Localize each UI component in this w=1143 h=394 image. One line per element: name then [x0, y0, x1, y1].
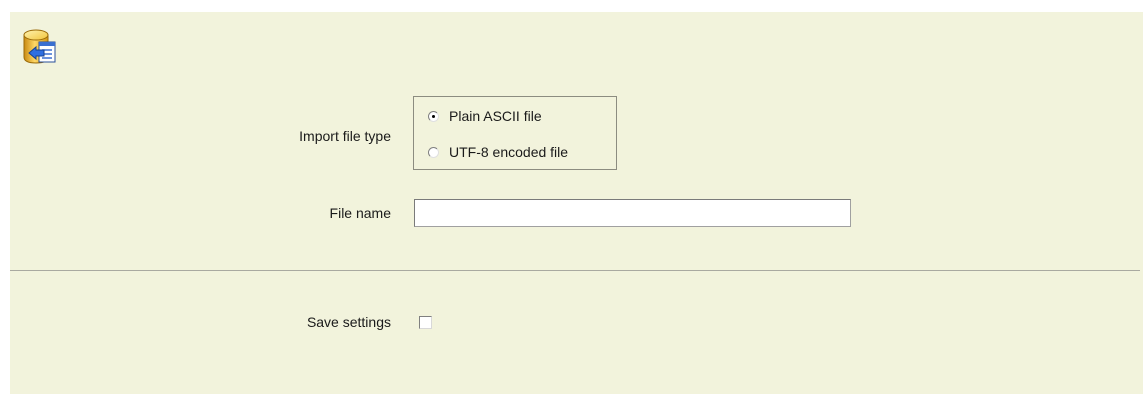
radio-button-plain-ascii[interactable] — [428, 110, 439, 122]
radio-label-plain-ascii[interactable]: Plain ASCII file — [449, 108, 542, 124]
file-name-label: File name — [329, 205, 391, 221]
database-import-icon — [23, 29, 56, 64]
import-file-type-label: Import file type — [299, 128, 391, 144]
radio-label-utf8[interactable]: UTF-8 encoded file — [449, 144, 568, 160]
save-settings-checkbox[interactable] — [419, 316, 432, 329]
section-divider — [10, 270, 1140, 271]
file-name-input[interactable] — [414, 199, 851, 227]
import-file-type-radio-group: Plain ASCII file UTF-8 encoded file — [413, 96, 617, 170]
save-settings-label: Save settings — [306, 314, 391, 330]
radio-option-utf8[interactable]: UTF-8 encoded file — [428, 144, 568, 160]
radio-button-utf8[interactable] — [428, 146, 439, 158]
radio-option-plain-ascii[interactable]: Plain ASCII file — [428, 108, 542, 124]
